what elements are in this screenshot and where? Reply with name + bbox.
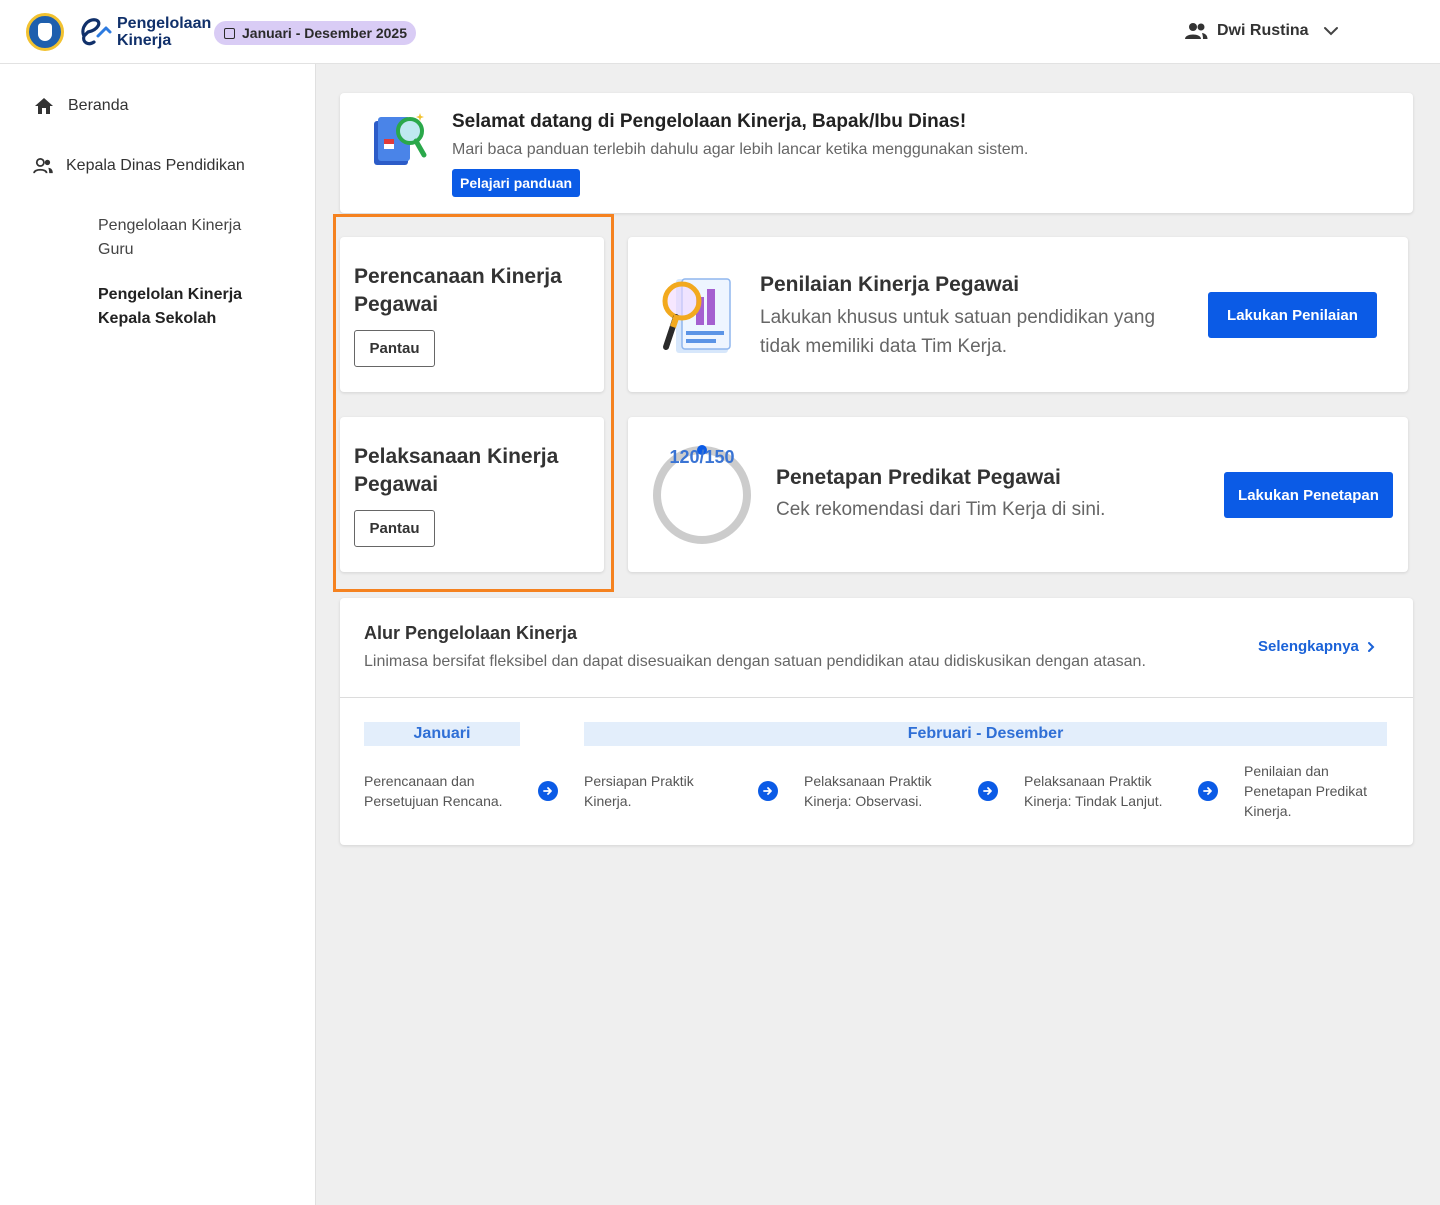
period-badge: Januari - Desember 2025 xyxy=(214,21,416,45)
sidebar-item-kepala-dinas[interactable]: Kepala Dinas Pendidikan xyxy=(32,157,245,175)
people-icon xyxy=(1185,23,1208,39)
chevron-right-icon xyxy=(1367,641,1375,652)
phase-februari-desember: Februari - Desember xyxy=(584,722,1387,746)
calendar-square-icon xyxy=(224,27,235,39)
sidebar-item-beranda[interactable]: Beranda xyxy=(34,97,129,115)
flow-step: Penilaian dan Penetapan Predikat Kinerja… xyxy=(1244,763,1367,819)
arrow-right-circle-icon xyxy=(538,781,558,801)
predicate-title: Penetapan Predikat Pegawai xyxy=(776,466,1061,489)
flow-step: Persiapan Praktik Kinerja. xyxy=(584,773,694,809)
top-header: Pengelolaan Kinerja Januari - Desember 2… xyxy=(0,0,1440,64)
user-name: Dwi Rustina xyxy=(1217,22,1309,39)
flow-title: Alur Pengelolaan Kinerja xyxy=(364,623,578,643)
assessment-title: Penilaian Kinerja Pegawai xyxy=(760,273,1020,296)
kemendikbud-seal-icon xyxy=(26,13,64,51)
flow-step: Pelaksanaan Praktik Kinerja: Observasi. xyxy=(804,773,932,809)
assessment-subtitle: Lakukan khusus untuk satuan pendidikan y… xyxy=(760,307,1156,357)
more-link[interactable]: Selengkapnya xyxy=(1258,638,1375,655)
app-logo-text[interactable]: Pengelolaan Kinerja xyxy=(117,15,211,49)
guide-button[interactable]: Pelajari panduan xyxy=(452,169,581,197)
progress-label: 120/150 xyxy=(669,447,735,467)
predicate-subtitle: Cek rekomendasi dari Tim Kerja di sini. xyxy=(776,499,1106,520)
welcome-card: Selamat datang di Pengelolaan Kinerja, B… xyxy=(340,93,1413,213)
assessment-button[interactable]: Lakukan Penilaian xyxy=(1208,292,1377,338)
chevron-down-icon xyxy=(1323,27,1338,36)
phase-januari: Januari xyxy=(364,722,520,746)
arrow-right-circle-icon xyxy=(1198,781,1218,801)
sidebar-item-kinerja-guru[interactable]: Pengelolaan Kinerja Guru xyxy=(98,214,278,262)
pengelolaan-kinerja-logo-icon xyxy=(81,18,112,46)
home-icon xyxy=(35,98,53,114)
arrow-right-circle-icon xyxy=(758,781,778,801)
flow-divider xyxy=(340,697,1413,698)
predicate-card: 120/150 Penetapan Predikat Pegawai Cek r… xyxy=(628,417,1408,572)
highlight-frame xyxy=(333,214,614,592)
report-magnifier-icon xyxy=(662,278,731,353)
user-menu[interactable]: Dwi Rustina xyxy=(1184,18,1339,44)
flow-step: Pelaksanaan Praktik Kinerja: Tindak Lanj… xyxy=(1024,773,1163,809)
flow-subtitle: Linimasa bersifat fleksibel dan dapat di… xyxy=(364,653,1146,670)
welcome-title: Selamat datang di Pengelolaan Kinerja, B… xyxy=(452,111,967,132)
flow-card: Alur Pengelolaan Kinerja Linimasa bersif… xyxy=(340,598,1413,845)
flow-step: Perencanaan dan Persetujuan Rencana. xyxy=(364,773,503,809)
assessment-card: Penilaian Kinerja Pegawai Lakukan khusus… xyxy=(628,237,1408,392)
sidebar-item-kinerja-kepala-sekolah[interactable]: Pengelolan Kinerja Kepala Sekolah xyxy=(98,283,278,331)
people-icon xyxy=(33,158,53,174)
predicate-button[interactable]: Lakukan Penetapan xyxy=(1224,472,1393,518)
welcome-subtitle: Mari baca panduan terlebih dahulu agar l… xyxy=(452,141,1029,158)
arrow-right-circle-icon xyxy=(978,781,998,801)
guide-book-icon xyxy=(374,113,427,165)
sidebar: Beranda Kepala Dinas Pendidikan Pengelol… xyxy=(0,64,316,1205)
